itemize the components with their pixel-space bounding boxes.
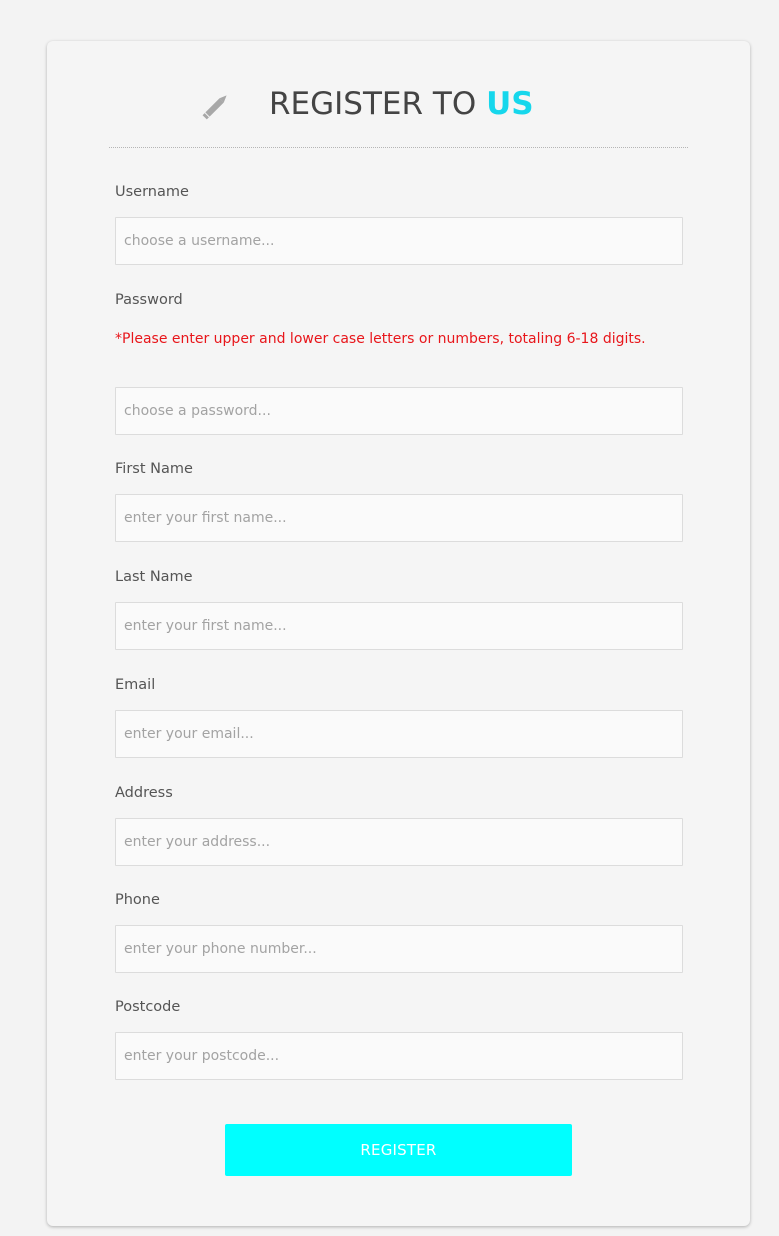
first-name-label: First Name: [115, 461, 193, 477]
phone-label: Phone: [115, 892, 160, 908]
username-input[interactable]: [115, 217, 683, 265]
page-title-main: REGISTER TO: [269, 86, 487, 122]
username-label: Username: [115, 184, 189, 200]
pencil-icon: [202, 95, 227, 120]
address-label: Address: [115, 785, 173, 801]
address-input[interactable]: [115, 818, 683, 866]
email-label: Email: [115, 677, 156, 693]
password-label: Password: [115, 292, 183, 308]
password-input[interactable]: [115, 387, 683, 435]
page: REGISTER TO US Username Password *Please…: [0, 0, 779, 1236]
password-hint: *Please enter upper and lower case lette…: [115, 331, 646, 347]
page-title: REGISTER TO US: [269, 85, 534, 123]
form-header: REGISTER TO US: [47, 41, 750, 149]
title-divider: [109, 147, 688, 148]
register-button[interactable]: REGISTER: [225, 1124, 572, 1176]
first-name-input[interactable]: [115, 494, 683, 542]
last-name-input[interactable]: [115, 602, 683, 650]
register-card: REGISTER TO US Username Password *Please…: [47, 41, 750, 1226]
phone-input[interactable]: [115, 925, 683, 973]
last-name-label: Last Name: [115, 569, 193, 585]
postcode-input[interactable]: [115, 1032, 683, 1080]
page-title-accent: US: [486, 86, 534, 122]
postcode-label: Postcode: [115, 999, 181, 1015]
email-input[interactable]: [115, 710, 683, 758]
